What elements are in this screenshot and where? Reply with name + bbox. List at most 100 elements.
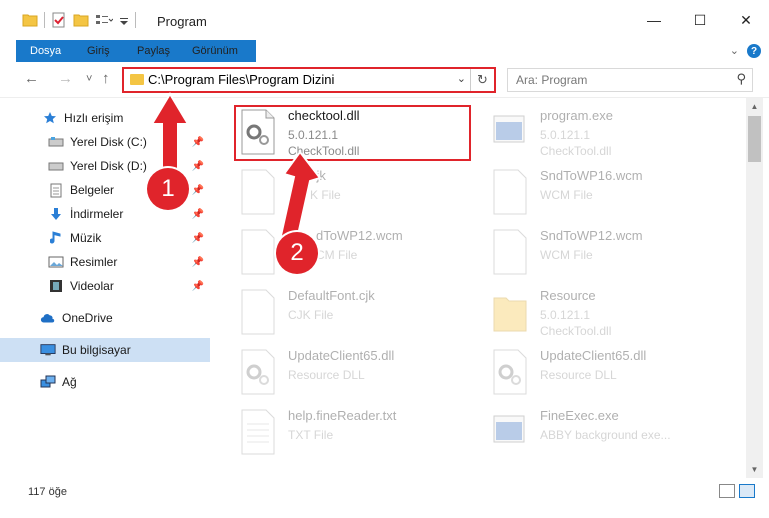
customize-toolbar-icon[interactable] bbox=[119, 13, 129, 27]
file-type: TXT File bbox=[288, 428, 334, 442]
drive-icon bbox=[48, 158, 64, 174]
pin-icon[interactable]: 📌 bbox=[192, 281, 204, 292]
details-view-icon[interactable] bbox=[719, 484, 735, 498]
refresh-button[interactable]: ↻ bbox=[470, 69, 494, 91]
folder-icon bbox=[22, 14, 38, 27]
tiles-view-icon[interactable] bbox=[739, 484, 755, 498]
folder-icon bbox=[130, 74, 144, 85]
list-item[interactable]: help.fineReader.txt TXT File bbox=[238, 406, 478, 462]
file-name: help.fineReader.txt bbox=[288, 408, 397, 423]
sidebar-item-label: Ağ bbox=[62, 375, 77, 389]
search-icon[interactable]: ⚲ bbox=[736, 71, 746, 87]
file-name: UpdateClient65.dll bbox=[540, 348, 647, 363]
sidebar-item-label: Yerel Disk (D:) bbox=[70, 159, 147, 173]
scroll-thumb[interactable] bbox=[748, 116, 761, 162]
documents-icon bbox=[48, 182, 64, 198]
window-controls: — ☐ ✕ bbox=[631, 0, 769, 40]
search-input[interactable]: Ara: Program ⚲ bbox=[507, 68, 753, 92]
sidebar-item-network[interactable]: Ağ bbox=[0, 370, 210, 394]
file-version: 5.0.121.1 bbox=[540, 308, 591, 322]
maximize-button[interactable]: ☐ bbox=[677, 0, 723, 40]
blank-file-icon bbox=[493, 229, 527, 275]
folder-icon bbox=[493, 297, 527, 332]
vertical-scrollbar[interactable]: ▲ ▼ bbox=[746, 98, 763, 478]
cloud-icon bbox=[40, 310, 56, 326]
list-item[interactable]: UpdateClient65.dll Resource DLL bbox=[238, 346, 478, 402]
blank-file-icon bbox=[241, 289, 275, 335]
drive-icon bbox=[48, 134, 64, 150]
maximize-icon: ☐ bbox=[693, 11, 707, 28]
sidebar-item-label: Hızlı erişim bbox=[64, 111, 124, 125]
close-icon: ✕ bbox=[740, 11, 752, 28]
file-type: WCM File bbox=[540, 248, 593, 262]
sidebar-item-videos[interactable]: Videolar 📌 bbox=[0, 274, 210, 298]
tab-share[interactable]: Paylaş bbox=[125, 40, 182, 62]
address-row: ← → ˅ ↑ C:\Program Files\Program Dizini … bbox=[0, 62, 769, 98]
view-options-icon[interactable] bbox=[95, 13, 113, 27]
sidebar-item-label: Belgeler bbox=[70, 183, 115, 197]
dll-gear-icon bbox=[241, 349, 275, 395]
sidebar-item-label: OneDrive bbox=[62, 311, 113, 325]
file-description: CheckTool.dll bbox=[540, 324, 612, 338]
chevron-down-icon[interactable]: ⌄ bbox=[457, 72, 466, 85]
minimize-button[interactable]: — bbox=[631, 0, 677, 40]
list-item[interactable]: DefaultFont.cjk CJK File bbox=[238, 286, 478, 342]
text-file-icon bbox=[241, 409, 275, 455]
forward-icon[interactable]: → bbox=[58, 70, 73, 87]
annotation-badge-1: 1 bbox=[147, 168, 189, 210]
list-item[interactable]: SndToWP16.wcm WCM File bbox=[490, 166, 730, 222]
file-version: 5.0.121.1 bbox=[540, 128, 591, 142]
pin-icon[interactable]: 📌 bbox=[192, 233, 204, 244]
list-item[interactable]: SndToWP12.wcm WCM File bbox=[490, 226, 730, 282]
sidebar-item-label: Resimler bbox=[70, 255, 118, 269]
recent-locations-icon[interactable]: ˅ bbox=[86, 73, 92, 85]
tab-view[interactable]: Görünüm bbox=[180, 40, 250, 62]
properties-icon[interactable] bbox=[51, 12, 67, 28]
computer-icon bbox=[40, 342, 56, 358]
sidebar-item-onedrive[interactable]: OneDrive bbox=[0, 306, 210, 330]
list-item[interactable]: FineExec.exe ABBY background exe... bbox=[490, 406, 730, 462]
pin-icon[interactable]: 📌 bbox=[192, 209, 204, 220]
item-count: 117 öğe bbox=[28, 486, 67, 498]
tab-home[interactable]: Giriş bbox=[75, 40, 122, 62]
file-name: DefaultFont.cjk bbox=[288, 288, 375, 303]
sidebar-item-label: Bu bilgisayar bbox=[62, 343, 131, 357]
file-type: CJK File bbox=[288, 308, 334, 322]
address-path[interactable]: C:\Program Files\Program Dizini bbox=[148, 72, 334, 87]
minimize-icon: — bbox=[647, 12, 661, 28]
ribbon-expand-icon[interactable]: ⌄ bbox=[730, 44, 739, 58]
file-name: UpdateClient65.dll bbox=[288, 348, 395, 363]
sidebar-item-label: Videolar bbox=[70, 279, 114, 293]
sidebar-item-label: İndirmeler bbox=[70, 207, 124, 221]
sidebar-item-label: Yerel Disk (C:) bbox=[70, 135, 147, 149]
list-item[interactable]: program.exe 5.0.121.1 CheckTool.dll bbox=[490, 106, 730, 162]
view-toggle bbox=[719, 484, 755, 498]
list-item[interactable]: Resource 5.0.121.1 CheckTool.dll bbox=[490, 286, 730, 342]
file-type: ABBY background exe... bbox=[540, 428, 671, 442]
help-icon[interactable]: ? bbox=[747, 44, 761, 58]
pictures-icon bbox=[48, 254, 64, 270]
ribbon: Dosya Giriş Paylaş Görünüm ⌄ ? bbox=[0, 40, 769, 96]
file-type: Resource DLL bbox=[540, 368, 617, 382]
download-icon bbox=[48, 206, 64, 222]
close-button[interactable]: ✕ bbox=[723, 0, 769, 40]
list-item[interactable]: UpdateClient65.dll Resource DLL bbox=[490, 346, 730, 402]
file-name: SndToWP16.wcm bbox=[540, 168, 643, 183]
new-folder-icon[interactable] bbox=[73, 13, 89, 27]
file-type: WCM File bbox=[540, 188, 593, 202]
scroll-down-icon[interactable]: ▼ bbox=[746, 461, 763, 478]
up-icon[interactable]: ↑ bbox=[102, 70, 110, 87]
sidebar-item-music[interactable]: Müzik 📌 bbox=[0, 226, 210, 250]
sidebar-item-pictures[interactable]: Resimler 📌 bbox=[0, 250, 210, 274]
file-name: Resource bbox=[540, 288, 596, 303]
videos-icon bbox=[48, 278, 64, 294]
star-icon bbox=[42, 110, 58, 126]
file-name: SndToWP12.wcm bbox=[540, 228, 643, 243]
scroll-up-icon[interactable]: ▲ bbox=[746, 98, 763, 115]
blank-file-icon bbox=[493, 169, 527, 215]
sidebar-item-this-pc[interactable]: Bu bilgisayar bbox=[0, 338, 210, 362]
file-description: CheckTool.dll bbox=[540, 144, 612, 158]
pin-icon[interactable]: 📌 bbox=[192, 257, 204, 268]
back-icon[interactable]: ← bbox=[24, 70, 39, 87]
separator bbox=[44, 12, 45, 28]
